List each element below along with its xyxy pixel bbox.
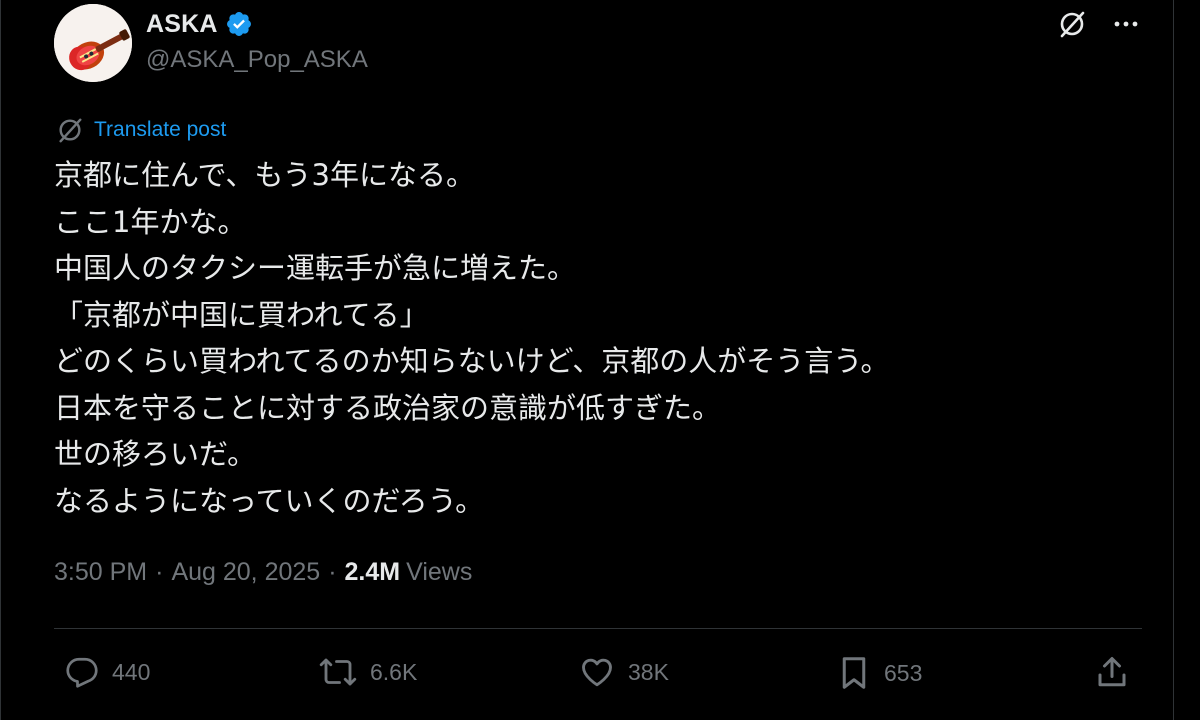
post-date[interactable]: Aug 20, 2025	[171, 558, 320, 587]
avatar[interactable]	[54, 4, 132, 82]
post-time[interactable]: 3:50 PM	[54, 558, 147, 587]
grok-icon[interactable]	[1056, 8, 1088, 40]
like-count: 38K	[628, 658, 669, 685]
post-header-actions	[1056, 8, 1142, 40]
translate-label[interactable]: Translate post	[94, 118, 226, 142]
avatar-image	[54, 4, 132, 82]
repost-count: 6.6K	[370, 658, 418, 685]
meta-separator: ·	[328, 558, 337, 586]
reply-icon	[66, 657, 98, 688]
reply-button[interactable]: 440	[64, 654, 150, 690]
post-text: 京都に住んで、もう3年になる。 ここ1年かな。 中国人のタクシー運転手が急に増え…	[54, 152, 1134, 524]
like-icon	[582, 658, 612, 687]
bookmark-icon	[842, 657, 866, 689]
post-line: どのくらい買われてるのか知らないけど、京都の人がそう言う。	[54, 344, 890, 378]
repost-button[interactable]: 6.6K	[318, 654, 417, 690]
repost-icon	[319, 658, 357, 686]
bookmark-button[interactable]: 653	[836, 654, 922, 692]
post-meta: 3:50 PM · Aug 20, 2025 · 2.4M Views	[54, 558, 472, 587]
right-border	[1173, 0, 1174, 720]
post-line: 日本を守ることに対する政治家の意識が低すぎた。	[54, 390, 722, 425]
views-count: 2.4M	[344, 558, 401, 586]
post-line: 中国人のタクシー運転手が急に増えた。	[54, 251, 577, 285]
verified-badge-icon[interactable]	[225, 10, 253, 38]
post-line: 世の移ろいだ。	[54, 437, 257, 471]
post-line: 京都に住んで、もう3年になる。	[54, 158, 475, 192]
display-name[interactable]: ASKA	[146, 10, 218, 39]
translate-post-button[interactable]: Translate post	[56, 116, 226, 144]
share-icon	[1098, 657, 1126, 687]
meta-separator: ·	[155, 558, 164, 586]
post-line: なるようになっていくのだろう。	[54, 483, 485, 518]
like-button[interactable]: 38K	[578, 654, 669, 690]
bookmark-count: 653	[884, 659, 923, 686]
handle[interactable]: @ASKA_Pop_ASKA	[146, 46, 368, 74]
left-border	[0, 0, 1, 720]
views-label: Views	[406, 558, 473, 586]
translate-icon	[59, 118, 82, 143]
reply-count: 440	[112, 658, 151, 685]
post-detail: ASKA @ASKA_Pop_ASKA Translate post 京都に住ん…	[0, 0, 1200, 720]
post-line: 「京都が中国に買われてる」	[54, 297, 429, 332]
more-icon[interactable]	[1110, 8, 1142, 40]
author-name-row[interactable]: ASKA	[146, 8, 253, 40]
post-line: ここ1年かな。	[54, 204, 247, 239]
divider	[54, 628, 1142, 629]
share-button[interactable]	[1094, 654, 1130, 690]
